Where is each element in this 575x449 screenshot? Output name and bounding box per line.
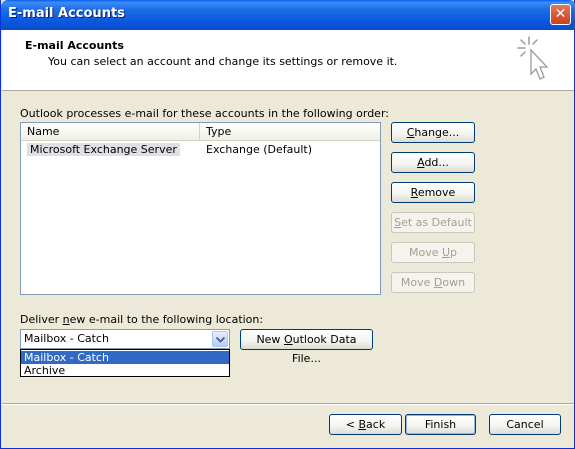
option-archive[interactable]: Archive (21, 364, 229, 377)
move-down-button[interactable]: Move Down (391, 272, 475, 293)
change-label-post: hange... (414, 126, 460, 139)
add-button[interactable]: Add... (391, 152, 475, 173)
wizard-header: E-mail Accounts You can select an accoun… (2, 30, 574, 91)
add-label-post: dd... (424, 156, 449, 169)
deliver-label-key: n (62, 313, 70, 326)
footer-divider (2, 403, 574, 405)
close-icon[interactable]: ✕ (550, 4, 571, 25)
back-button[interactable]: < Back (329, 414, 402, 435)
remove-button[interactable]: Remove (391, 182, 475, 203)
window-title: E-mail Accounts (8, 6, 125, 21)
delivery-location-options: Mailbox - Catch Archive (20, 349, 230, 377)
deliver-label-pre: Deliver (20, 313, 63, 326)
remove-label-post: emove (417, 186, 456, 199)
move-up-label-key: U (441, 246, 451, 259)
new-file-label-post: utlook Data File... (292, 333, 357, 365)
chevron-down-icon[interactable] (212, 331, 228, 347)
new-file-label-key: O (283, 333, 293, 346)
deliver-label-post: ew e-mail to the following location: (69, 313, 264, 326)
column-header-name[interactable]: Name (21, 123, 200, 140)
move-up-label-pre: Move (408, 246, 442, 259)
deliver-label: Deliver new e-mail to the following loca… (20, 313, 263, 326)
page-title: E-mail Accounts (25, 39, 124, 52)
finish-button[interactable]: Finish (405, 414, 476, 435)
email-accounts-dialog: E-mail Accounts ✕ E-mail Accounts You ca… (0, 0, 575, 449)
account-type: Exchange (Default) (206, 143, 313, 156)
delivery-location-select[interactable]: Mailbox - Catch (20, 329, 230, 349)
change-button[interactable]: Change... (391, 122, 475, 143)
new-file-label-pre: New (256, 333, 284, 346)
back-label-pre: < (345, 418, 359, 431)
page-subtitle: You can select an account and change its… (48, 55, 398, 68)
move-down-label-post: own (442, 276, 466, 289)
accounts-label: Outlook processes e-mail for these accou… (20, 107, 389, 120)
remove-label-key: R (410, 186, 418, 199)
cursor-sparkle-icon (517, 36, 549, 80)
set-as-default-button[interactable]: Set as Default (391, 212, 475, 233)
move-up-label-post: p (450, 246, 458, 259)
account-name: Microsoft Exchange Server (27, 143, 180, 156)
row-name-cell: Microsoft Exchange Server (21, 142, 180, 157)
move-up-button[interactable]: Move Up (391, 242, 475, 263)
column-header-type[interactable]: Type (200, 123, 380, 140)
set-default-label-post: et as Default (401, 216, 472, 229)
table-row[interactable]: Microsoft Exchange Server Exchange (Defa… (21, 142, 380, 157)
option-mailbox-catch[interactable]: Mailbox - Catch (21, 351, 229, 364)
back-label-key: B (358, 418, 367, 431)
title-bar[interactable]: E-mail Accounts ✕ (1, 0, 575, 30)
delivery-location-value: Mailbox - Catch (24, 332, 109, 345)
move-down-label-pre: Move (400, 276, 434, 289)
new-outlook-data-file-button[interactable]: New Outlook Data File... (240, 329, 373, 365)
back-label-post: ack (366, 418, 386, 431)
list-header: Name Type (21, 123, 380, 141)
cancel-button[interactable]: Cancel (489, 414, 561, 435)
accounts-list[interactable]: Name Type Microsoft Exchange Server Exch… (20, 122, 381, 295)
